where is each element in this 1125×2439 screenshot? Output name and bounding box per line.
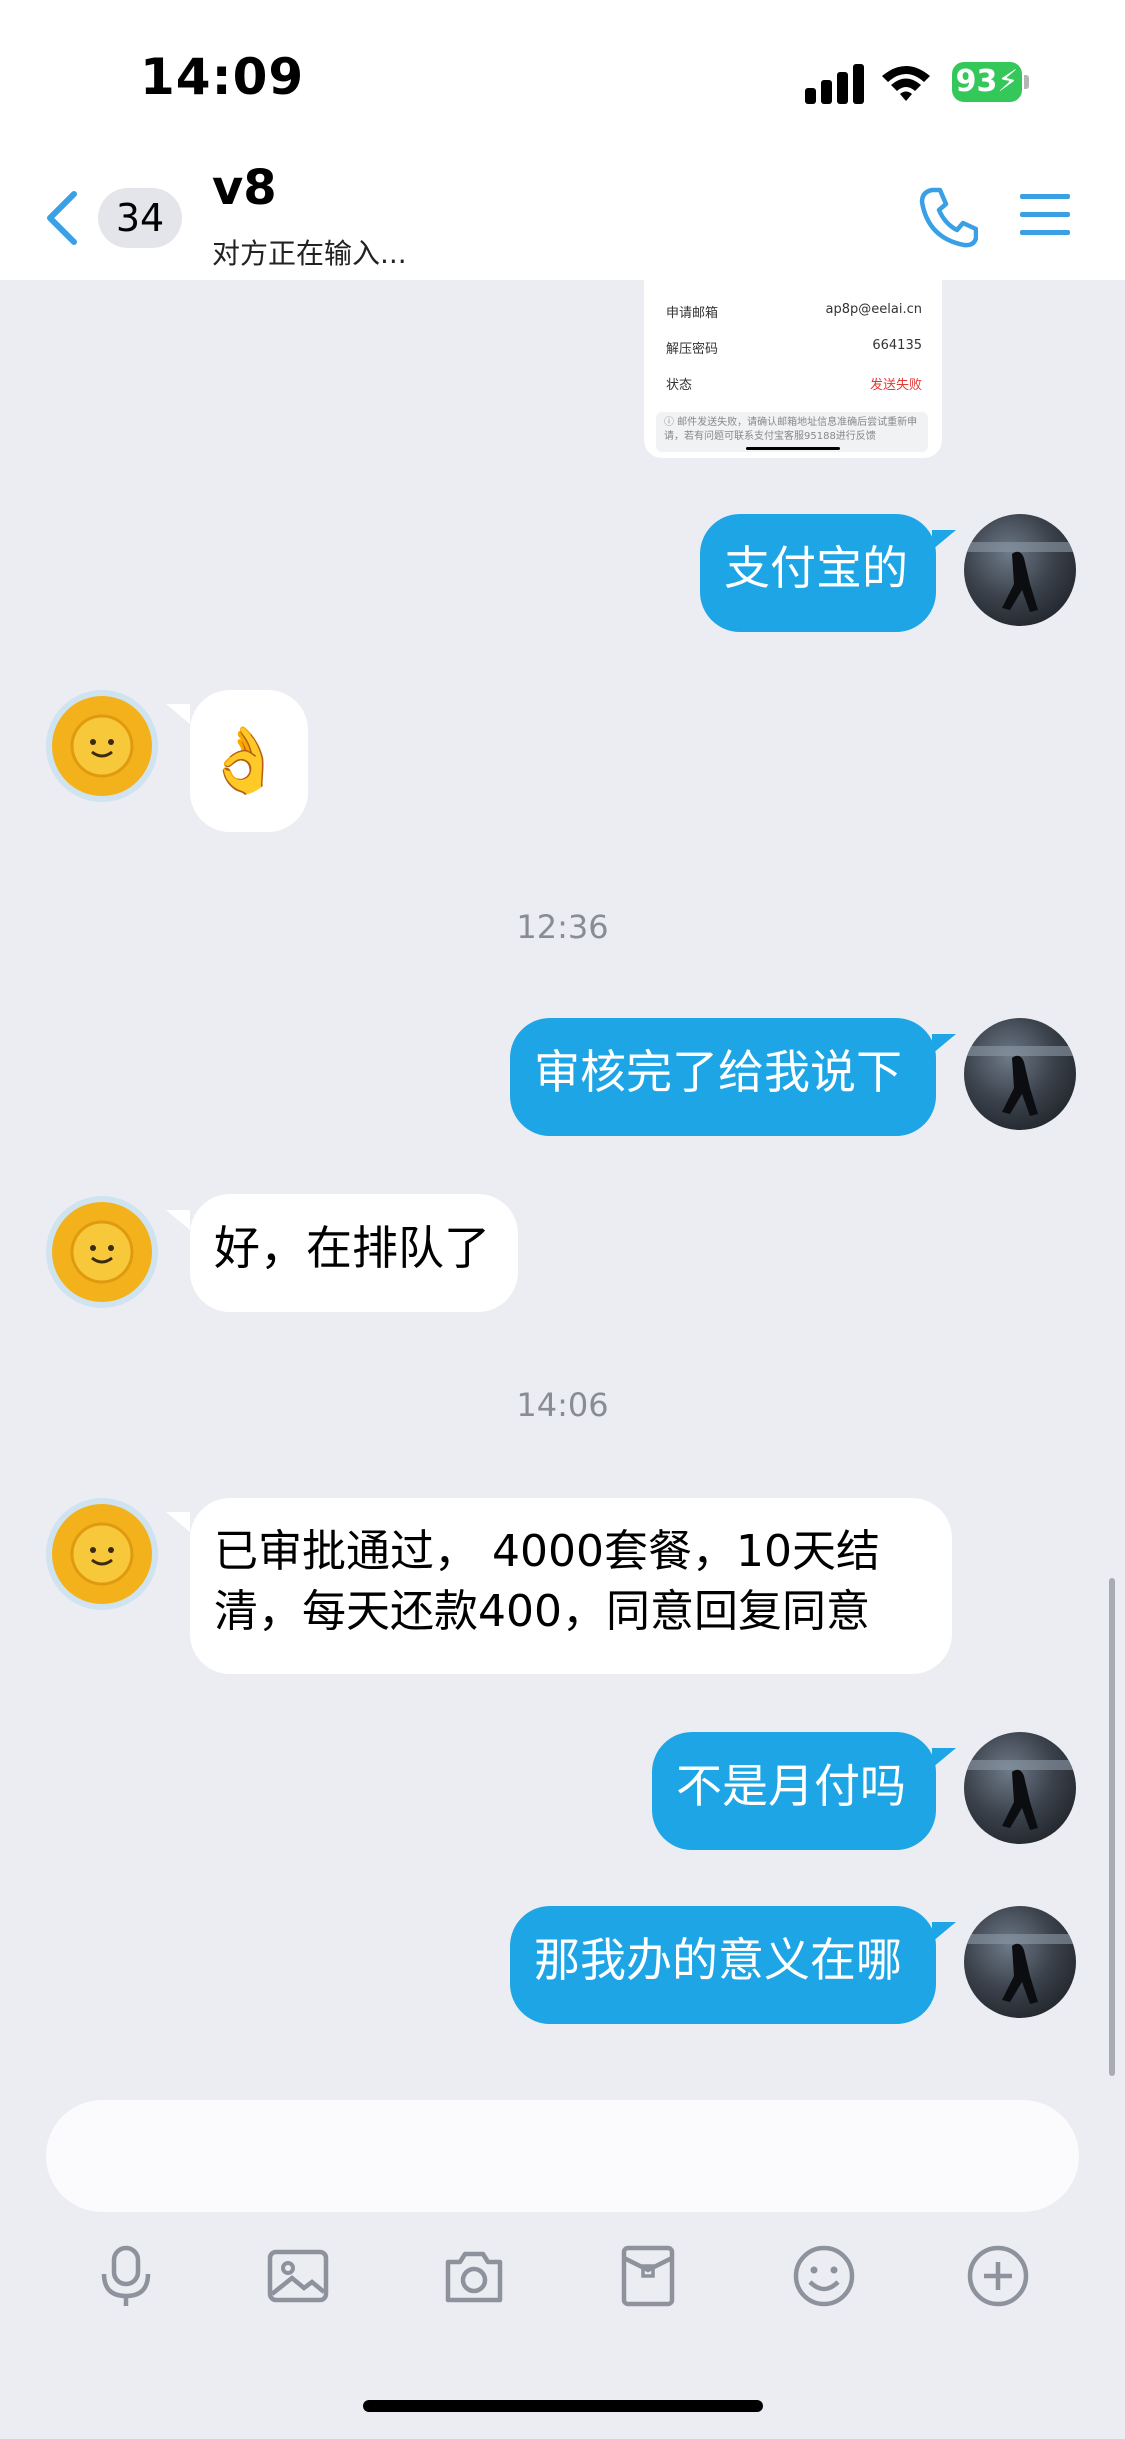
emoji-icon[interactable] xyxy=(792,2244,856,2308)
avatar-me[interactable] xyxy=(964,1018,1076,1130)
avatar-me[interactable] xyxy=(964,1906,1076,2018)
image-message-thumbnail[interactable]: 申请邮箱 ap8p@eelai.cn 解压密码 664135 状态 发送失败 ⓘ 邮件… xyxy=(644,280,942,458)
thumb-home-bar xyxy=(746,447,840,450)
timestamp: 12:36 xyxy=(516,908,609,946)
bubble-tail xyxy=(932,1922,956,1942)
red-packet-icon[interactable] xyxy=(616,2244,680,2308)
message-line: 已审批通过， 4000套餐，10天结 xyxy=(214,1526,880,1577)
microphone-icon[interactable] xyxy=(94,2244,158,2308)
bubble-tail xyxy=(166,1210,190,1230)
status-bar: 14:09 93⚡ xyxy=(0,0,1125,150)
message-bubble-incoming[interactable]: 已审批通过， 4000套餐，10天结 清，每天还款400，同意回复同意 xyxy=(190,1498,952,1674)
avatar-contact[interactable] xyxy=(46,690,158,802)
typing-status: 对方正在输入... xyxy=(212,237,407,270)
message-line: 清，每天还款400，同意回复同意 xyxy=(214,1586,870,1637)
thumb-row: 解压密码 664135 xyxy=(666,338,922,357)
chat-header: 34 v8 对方正在输入... xyxy=(0,150,1125,280)
message-bubble-outgoing[interactable]: 审核完了给我说下 xyxy=(510,1018,936,1136)
wifi-icon xyxy=(882,66,930,101)
battery-level: 93 xyxy=(955,64,998,99)
message-bubble-outgoing[interactable]: 那我办的意义在哪 xyxy=(510,1906,936,2024)
thumb-row: 申请邮箱 ap8p@eelai.cn xyxy=(666,302,922,321)
bubble-tail xyxy=(932,530,956,550)
phone-icon[interactable] xyxy=(918,186,978,248)
unread-count-badge[interactable]: 34 xyxy=(98,188,182,248)
message-bubble-outgoing[interactable]: 支付宝的 xyxy=(700,514,936,632)
cellular-signal-icon xyxy=(805,62,865,104)
menu-icon[interactable] xyxy=(1020,192,1070,238)
contact-name[interactable]: v8 xyxy=(212,160,277,216)
status-time: 14:09 xyxy=(140,48,305,106)
message-bubble-outgoing[interactable]: 不是月付吗 xyxy=(652,1732,936,1850)
battery-icon: 93⚡ xyxy=(952,62,1030,102)
scrollbar[interactable] xyxy=(1109,1578,1115,2076)
thumb-note: ⓘ 邮件发送失败，请确认邮箱地址信息准确后尝试重新申请，若有问题可联系支付宝客服… xyxy=(656,412,928,452)
bubble-tail xyxy=(932,1748,956,1768)
avatar-me[interactable] xyxy=(964,1732,1076,1844)
avatar-me[interactable] xyxy=(964,514,1076,626)
avatar-contact[interactable] xyxy=(46,1498,158,1610)
camera-icon[interactable] xyxy=(442,2244,506,2308)
image-icon[interactable] xyxy=(266,2244,330,2308)
message-input[interactable] xyxy=(46,2100,1079,2212)
timestamp: 14:06 xyxy=(516,1386,609,1424)
plus-icon[interactable] xyxy=(966,2244,1030,2308)
message-bubble-incoming[interactable]: 好，在排队了 xyxy=(190,1194,518,1312)
message-bubble-incoming[interactable]: 👌 xyxy=(190,690,308,832)
home-indicator xyxy=(363,2400,763,2412)
bubble-tail xyxy=(166,704,190,724)
back-chevron-icon[interactable] xyxy=(42,188,82,248)
bubble-tail xyxy=(166,1512,190,1532)
bubble-tail xyxy=(932,1034,956,1054)
avatar-contact[interactable] xyxy=(46,1196,158,1308)
thumb-row: 状态 发送失败 xyxy=(666,378,922,393)
